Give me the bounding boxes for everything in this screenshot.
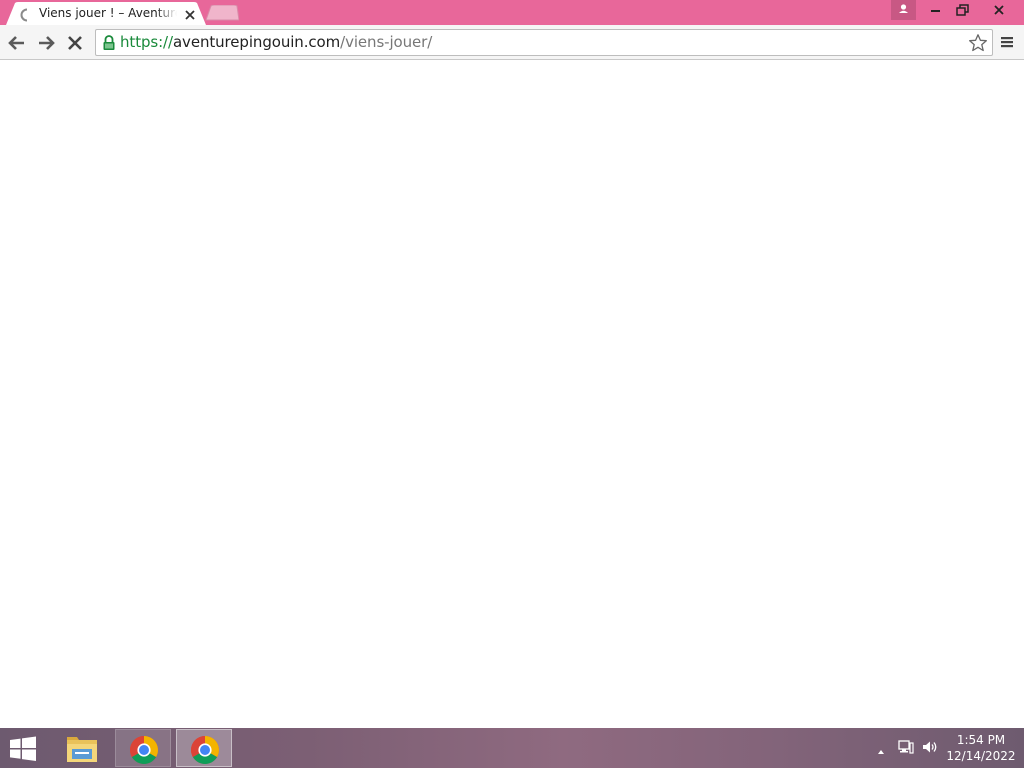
forward-button[interactable] (35, 32, 57, 54)
tab-title: Viens jouer ! – Aventure Pingouin (39, 6, 177, 20)
star-icon[interactable] (968, 33, 988, 53)
new-tab-icon (205, 4, 240, 21)
loading-spinner-icon (20, 7, 34, 22)
url-host: aventurepingouin.com (172, 33, 341, 51)
taskbar-chrome-2[interactable] (176, 729, 232, 767)
taskbar: 1:54 PM 12/14/2022 (0, 728, 1024, 768)
forward-arrow-icon (39, 36, 55, 50)
network-tray-button[interactable] (898, 739, 914, 755)
page-content (0, 61, 1024, 728)
clock-time: 1:54 PM (956, 733, 1006, 747)
new-tab-button[interactable] (205, 4, 240, 21)
profile-button[interactable] (891, 0, 916, 20)
close-icon (994, 5, 1004, 15)
address-bar[interactable]: https://aventurepingouin.com/viens-jouer… (95, 29, 993, 56)
chevron-up-icon (878, 750, 884, 754)
menu-button[interactable] (996, 31, 1018, 53)
back-button[interactable] (6, 32, 28, 54)
profile-icon (899, 4, 908, 13)
chrome-icon (191, 736, 219, 764)
stop-button[interactable] (64, 32, 86, 54)
url-text: https://aventurepingouin.com/viens-jouer… (120, 33, 432, 52)
show-hidden-icons-button[interactable] (876, 742, 886, 754)
taskbar-clock[interactable]: 1:54 PM 12/14/2022 (946, 732, 1016, 764)
chrome-icon (130, 736, 158, 764)
windows-logo-icon (10, 736, 36, 761)
restore-icon (956, 4, 969, 16)
volume-tray-button[interactable] (921, 739, 939, 755)
url-path: /viens-jouer/ (340, 33, 433, 51)
back-arrow-icon (8, 36, 24, 50)
close-window-button[interactable] (976, 0, 1022, 20)
hamburger-menu-icon (1001, 37, 1013, 48)
taskbar-file-explorer[interactable] (53, 729, 109, 767)
browser-toolbar: https://aventurepingouin.com/viens-jouer… (0, 25, 1024, 60)
folder-icon (67, 737, 97, 762)
title-bar: Viens jouer ! – Aventure Pingouin (0, 0, 1024, 25)
browser-tab-active[interactable]: Viens jouer ! – Aventure Pingouin (6, 2, 206, 25)
speaker-icon (923, 741, 937, 753)
minimize-button[interactable] (922, 0, 949, 20)
taskbar-chrome-1[interactable] (115, 729, 171, 767)
start-button[interactable] (8, 736, 38, 762)
url-scheme: https:// (120, 33, 173, 51)
minimize-icon (931, 10, 940, 12)
stop-icon (68, 36, 82, 50)
restore-button[interactable] (949, 0, 976, 20)
lock-icon (102, 35, 116, 51)
clock-date: 12/14/2022 (946, 749, 1016, 763)
close-icon[interactable] (183, 7, 197, 21)
network-icon (898, 740, 914, 754)
